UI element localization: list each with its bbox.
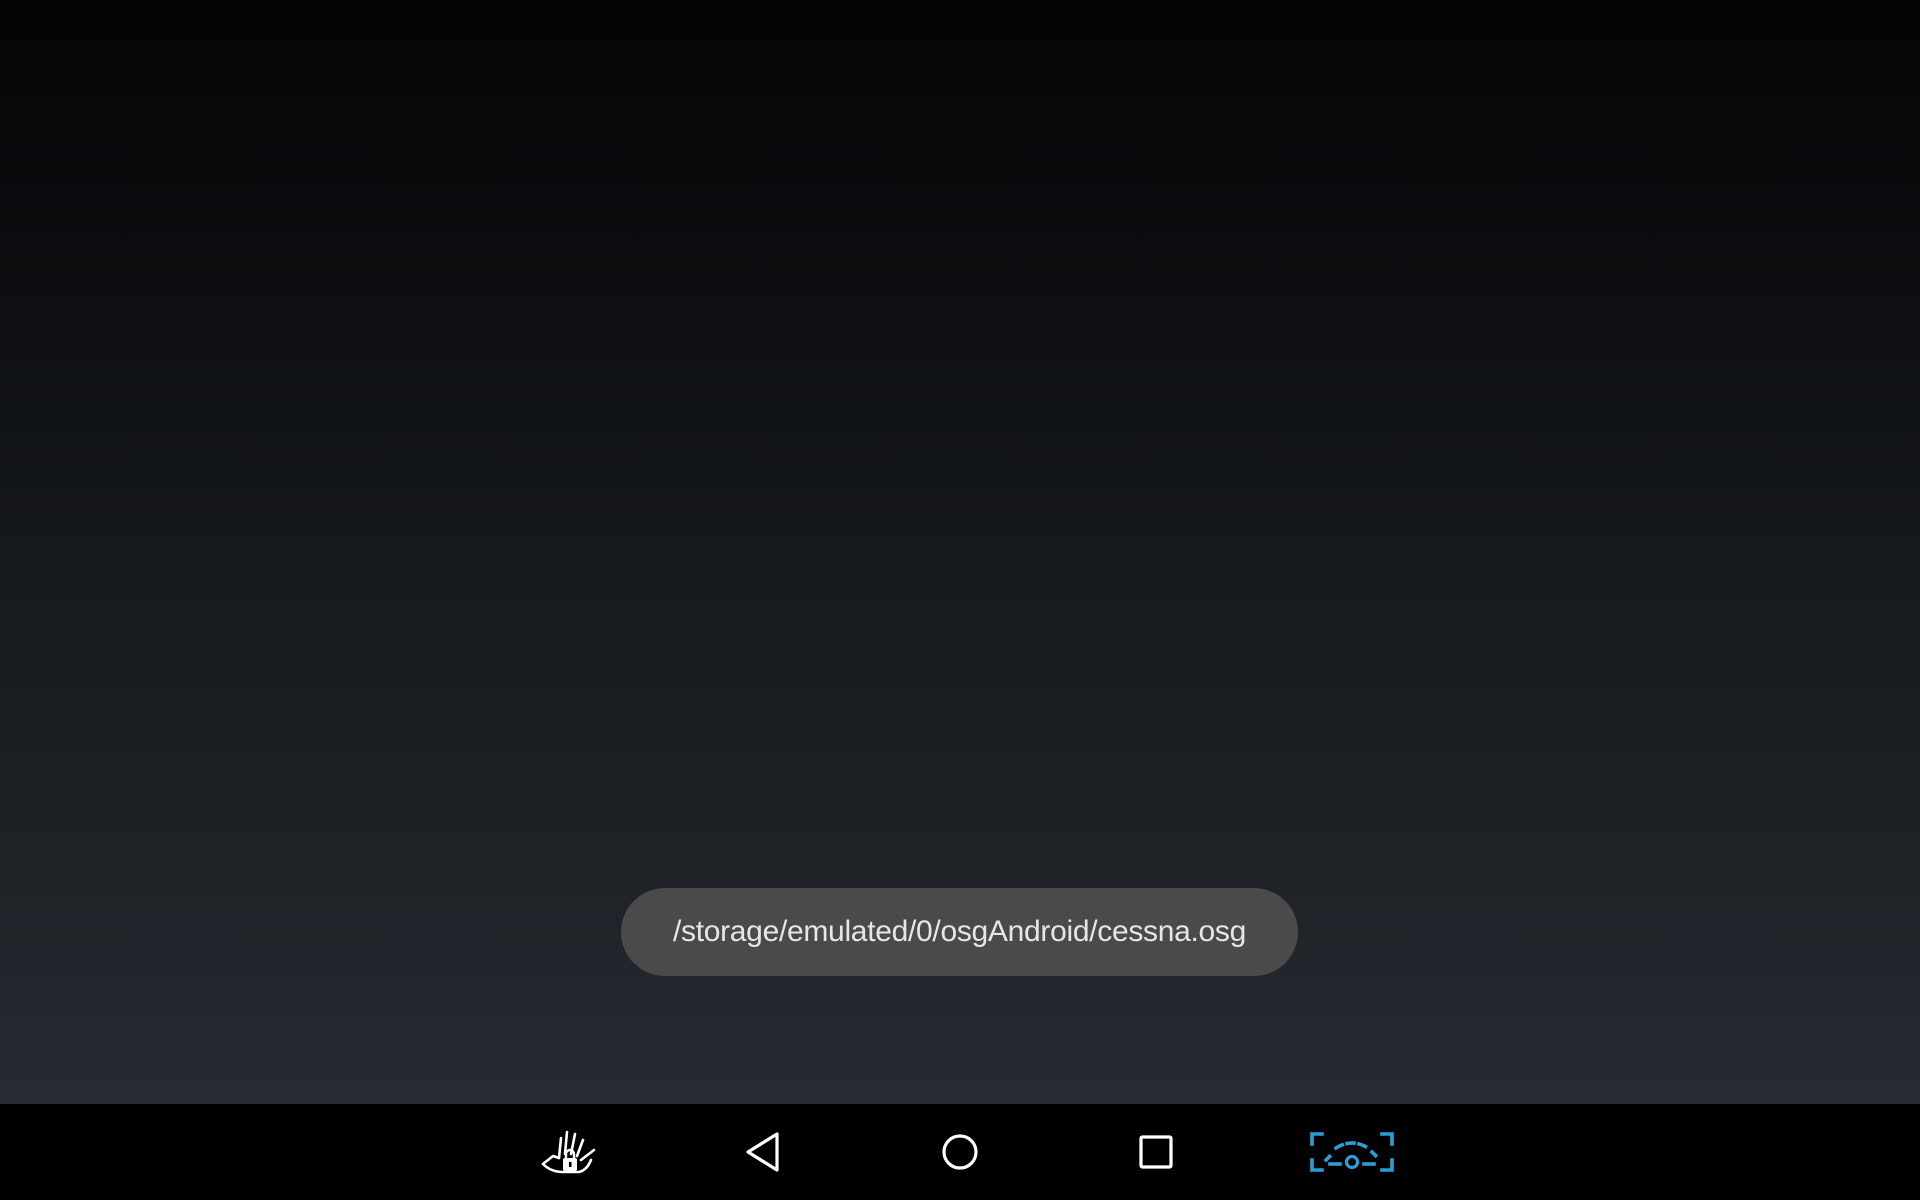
toast-notification: /storage/emulated/0/osgAndroid/cessna.os… [621,888,1298,976]
recents-button[interactable] [1101,1104,1211,1200]
recents-icon [1138,1134,1174,1170]
screen-capture-button[interactable] [1297,1104,1407,1200]
back-icon [743,1131,783,1173]
screen: /storage/emulated/0/osgAndroid/cessna.os… [0,0,1920,1200]
gesture-lock-button[interactable] [514,1104,624,1200]
gesture-lock-icon [539,1128,599,1176]
toast-message: /storage/emulated/0/osgAndroid/cessna.os… [672,915,1247,948]
home-icon [940,1132,980,1172]
back-button[interactable] [708,1104,818,1200]
home-button[interactable] [905,1104,1015,1200]
screen-capture-icon [1308,1130,1396,1174]
